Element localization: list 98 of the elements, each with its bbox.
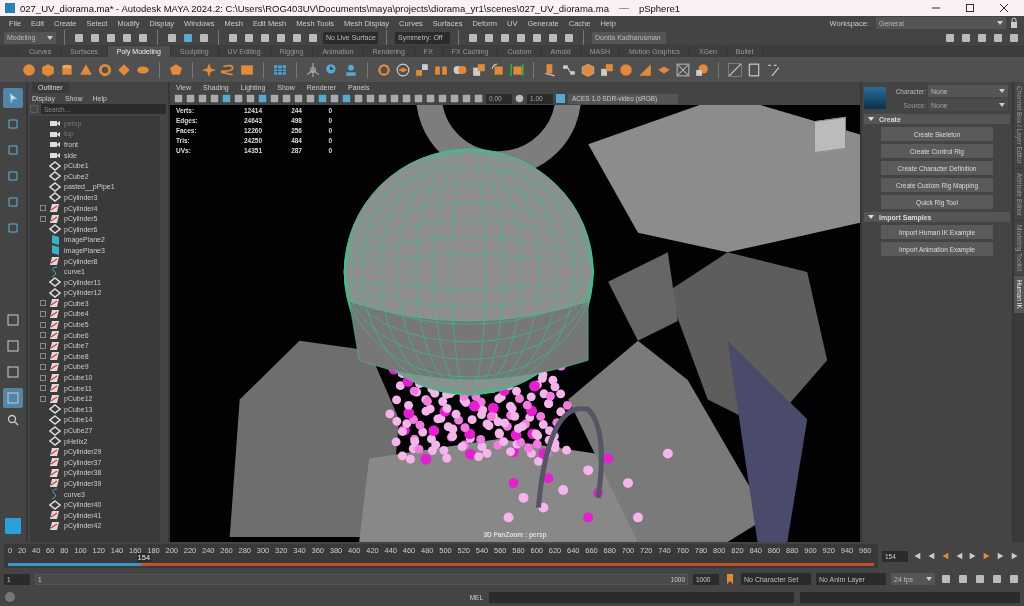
- step-forward-icon[interactable]: [982, 551, 992, 561]
- mesh-icon: [49, 498, 61, 511]
- expand-toggle[interactable]: [40, 363, 46, 370]
- sphere-icon[interactable]: [22, 62, 36, 77]
- group-icon: [49, 202, 61, 215]
- play-back-icon[interactable]: [954, 551, 964, 561]
- expand-toggle[interactable]: [40, 332, 46, 339]
- ring-icon[interactable]: [377, 62, 391, 77]
- group-icon: [49, 308, 61, 320]
- group-icon: [49, 329, 61, 342]
- bookmark-icon[interactable]: [724, 573, 736, 585]
- polyhedron-icon[interactable]: [169, 62, 183, 77]
- dropdown-caret-icon: [47, 35, 53, 40]
- group-icon: [49, 477, 61, 490]
- step-back-icon[interactable]: [940, 551, 950, 561]
- gamma-icon[interactable]: [515, 94, 524, 103]
- dropdown-caret-icon: [926, 577, 932, 581]
- diamond-icon[interactable]: [117, 62, 131, 77]
- human-ik-logo[interactable]: [864, 87, 886, 109]
- mesh-icon: [49, 223, 61, 236]
- maximize-icon[interactable]: [964, 2, 976, 14]
- group-icon: [49, 392, 61, 405]
- cube-icon[interactable]: [41, 62, 55, 77]
- group-icon: [49, 212, 61, 225]
- select-arrow-icon: [7, 92, 19, 104]
- expand-toggle[interactable]: [40, 374, 46, 381]
- lock-icon[interactable]: [1008, 17, 1020, 29]
- layers-icon[interactable]: [396, 62, 410, 77]
- expand-toggle[interactable]: [40, 342, 46, 349]
- edit-dots-icon[interactable]: [766, 62, 780, 77]
- spiral-icon[interactable]: [221, 62, 235, 77]
- wheel-icon[interactable]: [619, 62, 633, 77]
- expand-toggle[interactable]: [40, 215, 46, 222]
- group-icon: [49, 456, 61, 469]
- group-icon: [49, 339, 61, 352]
- dropdown-caret-icon: [999, 103, 1005, 107]
- mesh-icon: [49, 403, 61, 416]
- select-arrow-tool[interactable]: [3, 88, 23, 108]
- help-icon[interactable]: [4, 591, 16, 603]
- tiles-icon[interactable]: [600, 62, 614, 77]
- mesh-icon: [49, 286, 61, 299]
- group-icon: [49, 350, 61, 363]
- mesh-icon: [49, 191, 61, 204]
- torus-icon[interactable]: [98, 62, 112, 77]
- bridge-icon[interactable]: [510, 62, 524, 77]
- expand-toggle[interactable]: [40, 395, 46, 402]
- close-icon[interactable]: [998, 2, 1010, 14]
- expand-toggle[interactable]: [40, 205, 46, 212]
- mesh-icon: [49, 435, 61, 448]
- color-management-icon[interactable]: [556, 94, 565, 103]
- box-icon[interactable]: [581, 62, 595, 77]
- play-forward-icon[interactable]: [968, 551, 978, 561]
- pen-icon[interactable]: [728, 62, 742, 77]
- mesh-icon: [49, 424, 61, 437]
- expand-toggle[interactable]: [40, 300, 46, 307]
- selection-name: pSphere1: [638, 2, 681, 14]
- group-icon: [49, 445, 61, 458]
- mesh-icon: [49, 413, 61, 426]
- cylinder-icon[interactable]: [60, 62, 74, 77]
- mesh-icon: [49, 276, 61, 289]
- expand-toggle[interactable]: [40, 385, 46, 392]
- app-icon: [4, 2, 16, 14]
- mesh-icon: [49, 159, 61, 172]
- bevel-icon[interactable]: [562, 62, 576, 77]
- group-icon: [49, 382, 61, 395]
- go-to-start-icon[interactable]: [912, 551, 922, 561]
- group-icon: [49, 519, 61, 532]
- mesh-icon: [49, 180, 61, 193]
- group-icon: [49, 360, 61, 373]
- group-icon: [49, 509, 61, 522]
- dropdown-caret-icon: [999, 89, 1005, 93]
- crossed-box-icon[interactable]: [676, 62, 690, 77]
- group-icon: [49, 371, 61, 384]
- extrude-icon[interactable]: [543, 62, 557, 77]
- globe-grid-icon[interactable]: [695, 62, 709, 77]
- joint-icon[interactable]: [344, 62, 358, 77]
- grid-window-icon[interactable]: [273, 62, 287, 77]
- search-icon[interactable]: [7, 414, 19, 426]
- command-input[interactable]: [489, 591, 794, 603]
- blocks-icon[interactable]: [415, 62, 429, 77]
- group-icon: [49, 255, 61, 267]
- star-icon[interactable]: [202, 62, 216, 77]
- separate-icon[interactable]: [491, 62, 505, 77]
- command-result-field[interactable]: [800, 591, 1020, 603]
- pivot-icon[interactable]: [306, 62, 320, 77]
- window-title: 027_UV_diorama.ma* - Autodesk MAYA 2024.2: C:\Users\ROG403UV\Documents\maya\projects\diorama_yr1\scenes\027_UV_diorama.ma: [20, 2, 609, 14]
- cone-icon[interactable]: [79, 62, 93, 77]
- go-to-end-icon[interactable]: [1010, 551, 1020, 561]
- step-forward-key-icon[interactable]: [996, 551, 1006, 561]
- expand-toggle[interactable]: [40, 321, 46, 328]
- dropdown-caret-icon: [997, 21, 1003, 25]
- group-icon: [49, 466, 61, 479]
- expand-toggle[interactable]: [40, 311, 46, 317]
- combine-icon[interactable]: [472, 62, 486, 77]
- step-back-key-icon[interactable]: [926, 551, 936, 561]
- mesh-icon: [49, 170, 61, 183]
- wedge-icon[interactable]: [638, 62, 652, 77]
- expand-toggle[interactable]: [40, 353, 46, 360]
